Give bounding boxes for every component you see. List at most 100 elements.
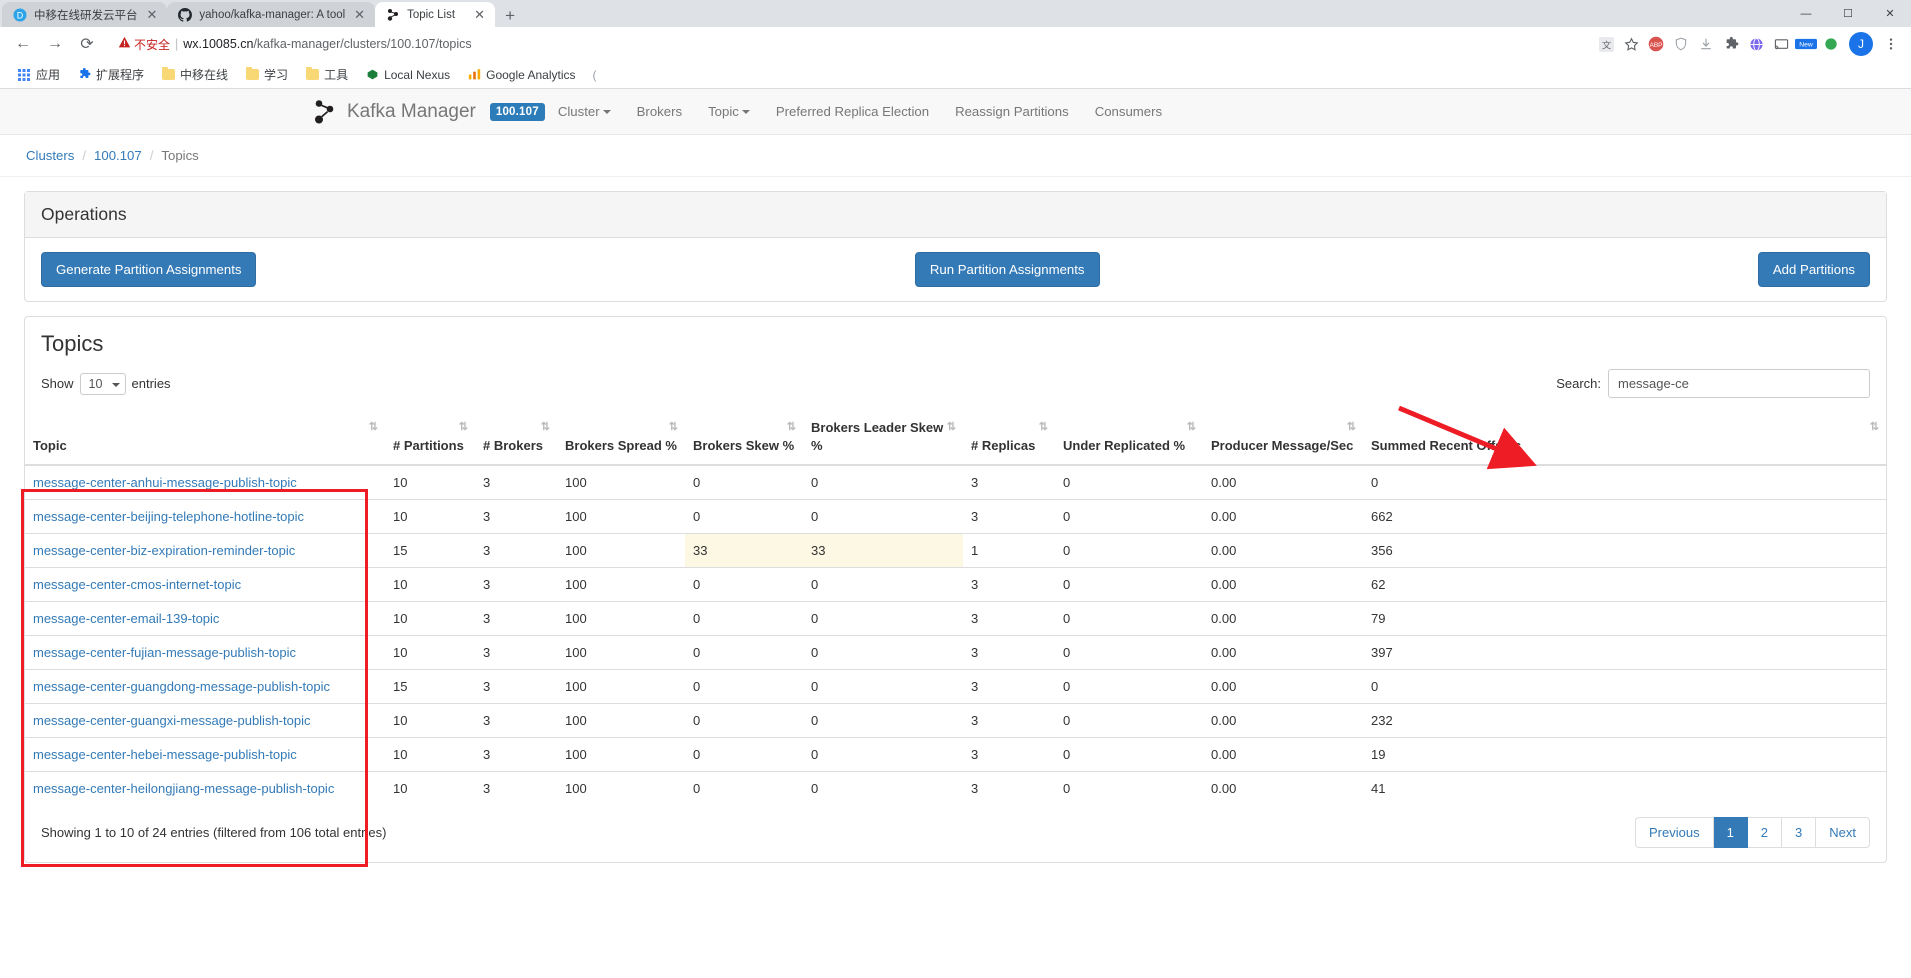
translate-icon[interactable]: 文	[1594, 32, 1618, 56]
abp-icon[interactable]: ABP	[1644, 32, 1668, 56]
cell-replicas: 3	[963, 600, 1055, 636]
cell-topic: message-center-guangxi-message-publish-t…	[25, 702, 385, 738]
close-window-button[interactable]: ✕	[1869, 0, 1911, 27]
entries-value: 10	[88, 376, 103, 391]
nav-label: Topic	[708, 103, 739, 119]
search-input[interactable]	[1608, 369, 1870, 398]
shield-icon[interactable]	[1669, 32, 1693, 56]
topic-link[interactable]: message-center-anhui-message-publish-top…	[33, 475, 297, 490]
search-control: Search:	[1556, 369, 1870, 398]
reload-button[interactable]: ⟳	[72, 29, 102, 59]
bookmark-label: 学习	[264, 68, 289, 82]
col-topic[interactable]: Topic ⇅	[25, 410, 385, 466]
topic-link[interactable]: message-center-heilongjiang-message-publ…	[33, 781, 334, 796]
breadcrumb-item-clusters[interactable]: Clusters	[26, 148, 74, 163]
tab-favicon-dingtalk-icon: D	[12, 7, 27, 22]
browser-tab-1[interactable]: D 中移在线研发云平台 ✕	[2, 2, 168, 27]
new-tab-button[interactable]: +	[495, 7, 525, 27]
cell-under-replicated: 0	[1055, 634, 1203, 670]
globe-icon[interactable]	[1744, 32, 1768, 56]
brand[interactable]: Kafka Manager	[310, 98, 476, 126]
three-dots-icon[interactable]	[1879, 32, 1903, 56]
cell-brokers-spread: 100	[557, 736, 685, 772]
cell-replicas: 3	[963, 668, 1055, 704]
cell-brokers: 3	[475, 736, 557, 772]
nav-item-brokers[interactable]: Brokers	[624, 89, 695, 135]
topic-link[interactable]: message-center-beijing-telephone-hotline…	[33, 509, 304, 524]
bookmark-local-nexus[interactable]: Local Nexus	[358, 65, 457, 85]
operations-buttons-row: Generate Partition Assignments Run Parti…	[41, 252, 1870, 287]
minimize-button[interactable]: —	[1785, 0, 1827, 27]
pagination-page-1[interactable]: 1	[1713, 816, 1748, 848]
col-brokers-leader-skew[interactable]: Brokers Leader Skew % ⇅	[803, 410, 963, 466]
bookmark-folder-study[interactable]: 学习	[238, 63, 295, 86]
nav-item-topic[interactable]: Topic	[695, 89, 763, 135]
topic-link[interactable]: message-center-biz-expiration-reminder-t…	[33, 543, 295, 558]
entries-select[interactable]: 10	[79, 372, 126, 395]
page-content: Kafka Manager 100.107 Cluster Brokers To…	[0, 89, 1911, 977]
bookmark-folder-tools[interactable]: 工具	[298, 63, 355, 86]
cell-brokers-skew: 0	[685, 566, 803, 602]
security-status[interactable]: 不安全	[118, 36, 170, 53]
nav-item-reassign-partitions[interactable]: Reassign Partitions	[942, 89, 1082, 135]
topic-link[interactable]: message-center-email-139-topic	[33, 611, 219, 626]
address-bar[interactable]: 不安全 | wx.10085.cn/kafka-manager/clusters…	[110, 31, 1586, 57]
add-partitions-button[interactable]: Add Partitions	[1757, 252, 1870, 287]
col-replicas[interactable]: # Replicas ⇅	[963, 410, 1055, 466]
bookmark-star-icon[interactable]	[1619, 32, 1643, 56]
download-icon[interactable]	[1694, 32, 1718, 56]
profile-avatar[interactable]: J	[1849, 32, 1873, 56]
pagination-next[interactable]: Next	[1816, 816, 1870, 848]
col-partitions[interactable]: # Partitions ⇅	[385, 410, 475, 466]
kafka-manager-navbar: Kafka Manager 100.107 Cluster Brokers To…	[0, 89, 1911, 135]
browser-tab-3[interactable]: Topic List ✕	[375, 2, 496, 27]
topic-link[interactable]: message-center-guangxi-message-publish-t…	[33, 713, 310, 728]
folder-icon	[245, 67, 259, 82]
run-partition-assignments-button[interactable]: Run Partition Assignments	[914, 252, 1100, 287]
bookmark-extensions[interactable]: 扩展程序	[70, 63, 151, 86]
tab-close-icon[interactable]: ✕	[145, 8, 160, 21]
pagination-page-3[interactable]: 3	[1782, 816, 1817, 848]
bookmark-google-analytics[interactable]: Google Analytics	[460, 65, 582, 85]
pagination-previous[interactable]: Previous	[1634, 816, 1714, 848]
topic-link[interactable]: message-center-cmos-internet-topic	[33, 577, 241, 592]
tab-close-icon[interactable]: ✕	[472, 8, 487, 21]
cluster-badge[interactable]: 100.107	[489, 102, 545, 121]
cell-under-replicated: 0	[1055, 668, 1203, 704]
browser-tab-2[interactable]: yahoo/kafka-manager: A tool ✕	[167, 2, 376, 27]
col-summed-recent-offsets[interactable]: Summed Recent Offsets ⇅	[1363, 410, 1886, 466]
back-button[interactable]: ←	[8, 29, 38, 59]
bookmark-folder-zhongyi[interactable]: 中移在线	[154, 63, 235, 86]
nav-item-consumers[interactable]: Consumers	[1082, 89, 1175, 135]
tab-title: 中移在线研发云平台	[34, 9, 138, 22]
col-brokers-spread[interactable]: Brokers Spread % ⇅	[557, 410, 685, 466]
cell-summed-recent-offsets: 62	[1363, 566, 1886, 602]
puzzle-icon[interactable]	[1719, 32, 1743, 56]
cell-replicas: 3	[963, 498, 1055, 534]
col-brokers[interactable]: # Brokers ⇅	[475, 410, 557, 466]
new-badge-icon[interactable]: New	[1794, 32, 1818, 56]
breadcrumb-separator: /	[149, 148, 154, 163]
cast-icon[interactable]	[1769, 32, 1793, 56]
sort-icon: ⇅	[786, 421, 796, 433]
col-under-replicated[interactable]: Under Replicated % ⇅	[1055, 410, 1203, 466]
tab-close-icon[interactable]: ✕	[352, 8, 367, 21]
cell-summed-recent-offsets: 79	[1363, 600, 1886, 636]
bookmark-overflow[interactable]: (	[586, 65, 604, 85]
bookmark-apps[interactable]: 应用	[10, 63, 67, 86]
col-brokers-skew[interactable]: Brokers Skew % ⇅	[685, 410, 803, 466]
nav-item-preferred-replica-election[interactable]: Preferred Replica Election	[763, 89, 942, 135]
pagination-page-2[interactable]: 2	[1747, 816, 1783, 848]
col-producer-message-sec[interactable]: Producer Message/Sec ⇅	[1203, 410, 1363, 466]
breadcrumb-item-cluster-id[interactable]: 100.107	[94, 148, 142, 163]
cell-brokers-leader-skew: 0	[803, 498, 963, 534]
cell-brokers-leader-skew: 0	[803, 668, 963, 704]
topic-link[interactable]: message-center-guangdong-message-publish…	[33, 679, 330, 694]
topic-link[interactable]: message-center-hebei-message-publish-top…	[33, 747, 297, 762]
generate-partition-assignments-button[interactable]: Generate Partition Assignments	[41, 252, 257, 287]
nav-item-cluster[interactable]: Cluster	[545, 89, 624, 135]
forward-button[interactable]: →	[40, 29, 70, 59]
topic-link[interactable]: message-center-fujian-message-publish-to…	[33, 645, 296, 660]
maximize-button[interactable]: ☐	[1827, 0, 1869, 27]
green-extension-icon[interactable]	[1819, 32, 1843, 56]
